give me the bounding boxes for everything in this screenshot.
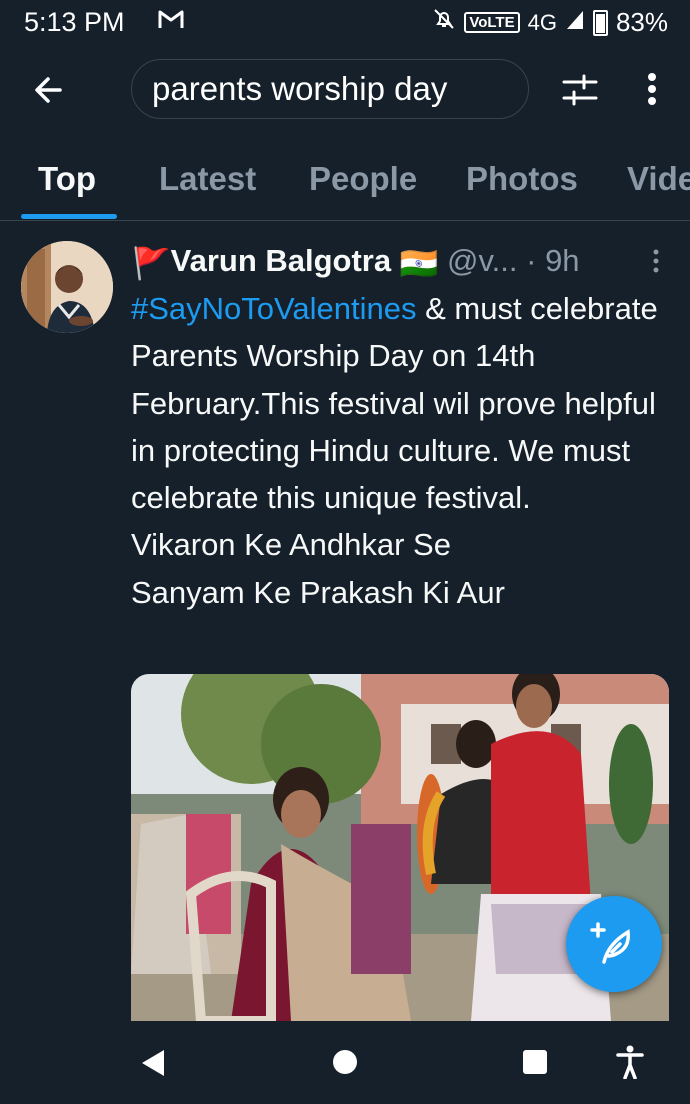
search-tabs: Top Latest People Photos Vide (0, 136, 690, 221)
signal-icon (565, 7, 585, 38)
author-name[interactable]: Varun Balgotra (171, 243, 392, 278)
search-box[interactable] (131, 59, 529, 119)
search-input[interactable] (152, 60, 512, 118)
gmail-icon (158, 8, 184, 35)
search-header (0, 46, 690, 136)
system-nav-bar (0, 1021, 690, 1104)
status-bar: 5:13 PM VoLTE 4G 83% (0, 0, 690, 46)
battery-icon (592, 9, 608, 36)
tweet-line-3: Sanyam Ke Prakash Ki Aur (131, 574, 505, 610)
tweet-time[interactable]: 9h (545, 243, 579, 278)
separator: · (526, 243, 537, 278)
author-handle[interactable]: @v... (447, 243, 518, 278)
battery-percent: 83% (615, 7, 668, 37)
tweet-line-2: Vikaron Ke Andhkar Se (131, 527, 451, 563)
hashtag-link[interactable]: #SayNoToValentines (131, 291, 417, 326)
more-vertical-icon[interactable] (634, 66, 670, 112)
mute-icon (432, 7, 456, 38)
filter-icon[interactable] (560, 70, 600, 110)
tab-people[interactable]: People (309, 160, 417, 198)
network-label: 4G (527, 9, 557, 35)
avatar[interactable] (21, 241, 113, 333)
tab-latest[interactable]: Latest (159, 160, 256, 198)
status-icons: VoLTE 4G 83% (432, 7, 668, 38)
red-flag-icon: 🚩 (132, 246, 171, 281)
tweet-more-icon[interactable] (648, 247, 664, 275)
compose-tweet-button[interactable] (566, 896, 662, 992)
compose-tweet-icon (590, 920, 638, 973)
status-time: 5:13 PM (24, 7, 125, 37)
nav-recents-icon[interactable] (523, 1050, 547, 1074)
back-arrow-icon[interactable] (28, 68, 72, 112)
nav-back-icon[interactable] (140, 1049, 166, 1082)
nav-home-icon[interactable] (333, 1050, 357, 1074)
active-tab-indicator (21, 214, 117, 219)
tweet-header: 🚩Varun Balgotra 🇮🇳 @v... · 9h (132, 243, 672, 283)
tab-top[interactable]: Top (38, 160, 96, 198)
tab-videos[interactable]: Vide (627, 160, 690, 198)
india-flag-icon: 🇮🇳 (399, 246, 439, 281)
accessibility-icon[interactable] (616, 1045, 644, 1084)
tweet-text: #SayNoToValentines & must celebrate Pare… (131, 285, 676, 616)
tab-photos[interactable]: Photos (466, 160, 578, 198)
tweet[interactable]: 🚩Varun Balgotra 🇮🇳 @v... · 9h #SayNoToVa… (0, 221, 690, 1021)
volte-badge: VoLTE (464, 12, 520, 33)
